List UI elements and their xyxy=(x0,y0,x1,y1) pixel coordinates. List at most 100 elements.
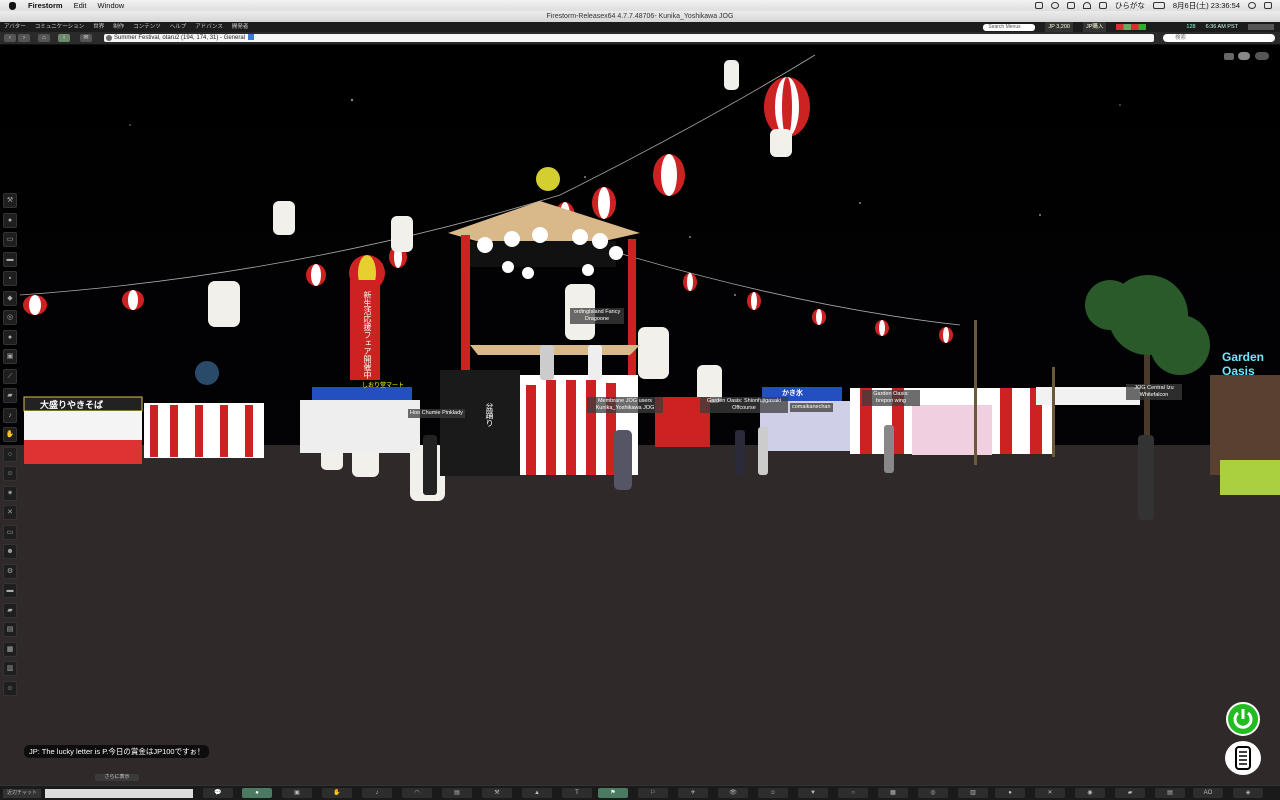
pose-button[interactable]: T xyxy=(562,788,592,798)
toolbar-search-button[interactable]: ○ xyxy=(3,446,17,462)
places-button[interactable]: ● xyxy=(995,788,1025,798)
parcel-flags-icon[interactable] xyxy=(1116,24,1147,30)
forward-button[interactable]: › xyxy=(18,34,30,42)
menu-edit[interactable]: Edit xyxy=(74,1,87,10)
toolbar-im-button[interactable]: ▬ xyxy=(3,251,17,267)
toolbar-gesture-button[interactable]: ✋ xyxy=(3,427,17,442)
toolbar-build-button[interactable]: ⚒ xyxy=(3,193,17,208)
spotlight-icon[interactable] xyxy=(1248,2,1256,9)
snapshot-button[interactable]: ▰ xyxy=(1115,788,1145,798)
ao-button[interactable]: AO xyxy=(1193,788,1223,798)
menu-window[interactable]: Window xyxy=(98,1,125,10)
toolbar-outfits-button[interactable]: ▥ xyxy=(3,661,17,676)
menu-build[interactable]: 制作 xyxy=(113,22,124,32)
toolbar-speak-button[interactable]: ▭ xyxy=(3,524,17,540)
walk-button[interactable]: ⚑ xyxy=(598,788,628,798)
show-more-button[interactable]: さらに表示 xyxy=(95,774,139,781)
search-input[interactable]: 検索 xyxy=(1163,34,1275,42)
notes-button[interactable]: ▤ xyxy=(1155,788,1185,798)
menu-hud-button[interactable] xyxy=(1225,741,1261,775)
menu-developer[interactable]: 開発者 xyxy=(232,22,249,32)
toolbar-world-map-button[interactable]: ◎ xyxy=(3,310,17,325)
input-method-label[interactable]: ひらがな xyxy=(1115,0,1145,11)
view-icon[interactable] xyxy=(1238,52,1250,60)
lock-button[interactable]: ▲ xyxy=(522,788,552,798)
display-icon[interactable] xyxy=(1034,2,1043,9)
avatar-name-tag[interactable]: Membrane JOG users Kunika_Yoshikawa JOG xyxy=(587,397,663,413)
home-button[interactable]: ⌂ xyxy=(38,34,50,42)
avatar-name-tag[interactable]: Hoo Chumie Pinklady xyxy=(408,409,465,418)
toolbar-tools-button[interactable]: ✕ xyxy=(3,505,17,520)
avatar-name-tag[interactable]: JOG Central Izu Whitefalcon xyxy=(1126,384,1182,400)
toolbar-pick-button[interactable]: ⟋ xyxy=(3,368,17,384)
toolbar-inventory-button[interactable]: ▣ xyxy=(3,349,17,364)
info-button[interactable]: i xyxy=(58,34,70,42)
menu-avatar[interactable]: アバター xyxy=(4,22,26,32)
gestures-button[interactable]: ✋ xyxy=(322,788,352,798)
fly-button[interactable]: ✈ xyxy=(678,788,708,798)
build-button[interactable]: ⚒ xyxy=(482,788,512,798)
minimap-button[interactable]: ◎ xyxy=(918,788,948,798)
back-button[interactable]: ‹ xyxy=(4,34,16,42)
bluetooth-icon[interactable] xyxy=(1066,2,1075,9)
toolbar-sun-button[interactable]: ✷ xyxy=(3,485,17,501)
destinations-button[interactable]: ▥ xyxy=(958,788,988,798)
apple-icon[interactable] xyxy=(9,1,16,10)
conversations-button[interactable]: ▣ xyxy=(282,788,312,798)
toolbar-notes-button[interactable]: ▤ xyxy=(3,622,17,637)
toolbar-groups-button[interactable]: ☻ xyxy=(3,544,17,559)
notification-center-icon[interactable] xyxy=(1264,2,1272,9)
power-hud-button[interactable] xyxy=(1226,702,1260,736)
appearance-button[interactable]: ▼ xyxy=(798,788,828,798)
menu-advanced[interactable]: アドバンス xyxy=(195,22,223,32)
landmark-button[interactable]: ✉ xyxy=(80,34,92,42)
clock-label[interactable]: 8月6日(土) 23:36:54 xyxy=(1173,0,1240,11)
menu-app-name[interactable]: Firestorm xyxy=(28,1,63,10)
balance-label[interactable]: JP 3,200 xyxy=(1045,22,1073,32)
run-button[interactable]: ⚐ xyxy=(638,788,668,798)
toolbar-settings-button[interactable]: ⚙ xyxy=(3,563,17,579)
buy-currency-button[interactable]: JP購入 xyxy=(1082,22,1107,32)
volume-icon[interactable] xyxy=(1098,2,1107,9)
avatar-name-tag[interactable]: Garden Oasis: brepon wing xyxy=(862,390,920,406)
toolbar-conversations-button[interactable]: ● xyxy=(3,212,17,228)
avatar-name-tag[interactable]: comaikanechan xyxy=(790,403,833,412)
menu-content[interactable]: コンテンツ xyxy=(133,22,161,32)
inventory-button[interactable]: ▤ xyxy=(442,788,472,798)
tools-button[interactable]: ✕ xyxy=(1035,788,1065,798)
menu-search-input[interactable]: Search Menus xyxy=(983,23,1036,31)
menu-world[interactable]: 世界 xyxy=(93,22,104,32)
toolbar-media-button[interactable]: ▰ xyxy=(3,602,17,618)
toolbar-camera-button[interactable]: ▬ xyxy=(3,583,17,598)
battery-icon[interactable] xyxy=(1152,2,1165,9)
toolbar-chat-button[interactable]: ▭ xyxy=(3,232,17,247)
media-controls-icon[interactable] xyxy=(1248,24,1274,30)
toolbar-map-button[interactable]: ▦ xyxy=(3,641,17,657)
wifi-icon[interactable] xyxy=(1082,2,1091,9)
toolbar-landmarks-button[interactable]: ◆ xyxy=(3,290,17,306)
camera-button[interactable]: 👁 xyxy=(718,788,748,798)
chat-button[interactable]: 💬 xyxy=(203,788,233,798)
toolbar-snapshot-button[interactable]: ▰ xyxy=(3,388,17,403)
quickprefs-button[interactable]: ◈ xyxy=(1233,788,1263,798)
location-field[interactable]: Summer Festival, otaru2 (194, 174, 31) -… xyxy=(104,34,1154,42)
time-machine-icon[interactable] xyxy=(1050,2,1059,9)
search-button[interactable]: ○ xyxy=(838,788,868,798)
speak-button[interactable]: ● xyxy=(242,788,272,798)
nearby-chat-label[interactable]: 近辺チャット xyxy=(3,789,41,798)
location-info-icon[interactable] xyxy=(106,35,112,41)
toolbar-avatar-button[interactable]: ☺ xyxy=(3,680,17,696)
headphones-button[interactable]: ◠ xyxy=(402,788,432,798)
avatar-name-tag[interactable]: ordingIsland Fancy Dragoone xyxy=(570,308,624,324)
media-button[interactable]: ◉ xyxy=(1075,788,1105,798)
menu-communicate[interactable]: コミュニケーション xyxy=(35,22,84,32)
toolbar-music-button[interactable]: ♪ xyxy=(3,407,17,423)
voice-button[interactable]: ♪ xyxy=(362,788,392,798)
menu-help[interactable]: ヘルプ xyxy=(170,22,187,32)
toolbar-people-button[interactable]: ☺ xyxy=(3,466,17,481)
camera-presets-icon[interactable] xyxy=(1224,53,1234,60)
people-button[interactable]: ☺ xyxy=(758,788,788,798)
hud-icon[interactable] xyxy=(1255,52,1269,60)
chat-input[interactable] xyxy=(45,789,193,798)
map-button[interactable]: ▦ xyxy=(878,788,908,798)
